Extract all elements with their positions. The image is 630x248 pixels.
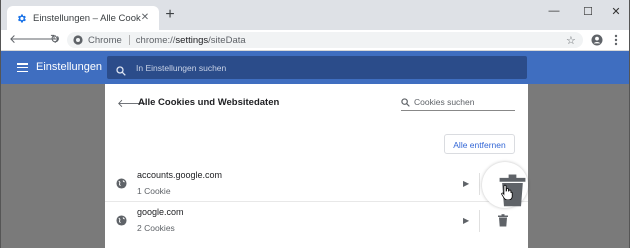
bookmark-star-icon[interactable]: ☆ <box>566 34 576 47</box>
back-arrow-icon[interactable]: 🡐 <box>9 32 41 46</box>
hand-cursor-icon <box>501 184 513 200</box>
tab-title: Einstellungen – Alle Cookies und <box>33 12 141 24</box>
tab-strip: Einstellungen – Alle Cookies und ✕ + — ☐… <box>1 0 629 30</box>
row-separator <box>479 173 480 195</box>
browser-toolbar: 🡐 🡒 ↻ Chrome chrome://settings/siteData … <box>1 30 629 51</box>
expand-arrow-icon[interactable]: ▶ <box>463 179 469 188</box>
settings-gear-icon <box>15 12 27 24</box>
search-icon <box>401 97 410 107</box>
card-title: Alle Cookies und Websitedaten <box>138 97 280 108</box>
new-tab-button[interactable]: + <box>163 7 177 23</box>
expand-arrow-icon[interactable]: ▶ <box>463 216 469 225</box>
globe-icon <box>116 178 127 189</box>
cookie-count: 2 Cookies <box>137 223 175 233</box>
globe-icon <box>116 215 127 226</box>
page-title: Einstellungen <box>36 61 103 73</box>
browser-window: Einstellungen – Alle Cookies und ✕ + — ☐… <box>0 0 630 248</box>
search-placeholder: In Einstellungen suchen <box>136 62 227 73</box>
omnibox-separator <box>128 35 130 45</box>
address-bar[interactable]: Chrome chrome://settings/siteData <box>67 32 583 48</box>
trash-icon[interactable] <box>497 214 509 227</box>
site-name: google.com <box>137 207 184 217</box>
site-name: accounts.google.com <box>137 170 223 180</box>
more-menu-icon[interactable] <box>609 33 623 47</box>
url-text: chrome://settings/siteData <box>135 34 246 46</box>
site-data-card: 🡐 Alle Cookies und Websitedaten Cookies … <box>105 84 528 248</box>
remove-all-button[interactable]: Alle entfernen <box>444 134 515 154</box>
tab-settings[interactable]: Einstellungen – Alle Cookies und ✕ <box>7 6 159 30</box>
settings-search-input[interactable]: In Einstellungen suchen <box>107 56 527 79</box>
chrome-label: Chrome <box>88 34 122 46</box>
site-row[interactable]: accounts.google.com 1 Cookie ▶ <box>105 164 528 204</box>
chrome-logo-icon <box>73 35 83 45</box>
card-header: 🡐 Alle Cookies und Websitedaten Cookies … <box>105 84 528 122</box>
maximize-button[interactable]: ☐ <box>573 0 603 22</box>
search-icon <box>116 63 126 76</box>
minimize-button[interactable]: — <box>539 0 569 22</box>
row-separator <box>479 210 480 232</box>
forward-arrow-icon[interactable]: 🡒 <box>28 32 60 46</box>
cookie-search-placeholder: Cookies suchen <box>414 97 475 107</box>
settings-header: Einstellungen In Einstellungen suchen <box>1 51 629 84</box>
tab-close-icon[interactable]: ✕ <box>139 12 151 24</box>
menu-icon[interactable] <box>17 63 28 73</box>
reload-icon[interactable]: ↻ <box>48 32 62 46</box>
cookie-search-input[interactable]: Cookies suchen <box>401 94 515 111</box>
site-row[interactable]: google.com 2 Cookies ▶ <box>105 201 528 241</box>
profile-avatar-icon[interactable] <box>590 33 604 47</box>
window-close-button[interactable]: ✕ <box>601 0 629 22</box>
cookie-count: 1 Cookie <box>137 186 171 196</box>
